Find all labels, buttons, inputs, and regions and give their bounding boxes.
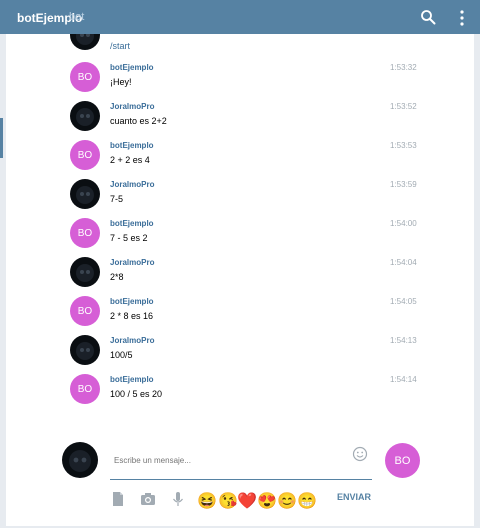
message-time: 1:54:00 <box>390 219 417 228</box>
message-author[interactable]: JoralmoPro <box>110 102 154 111</box>
send-button[interactable]: ENVIAR <box>337 492 371 502</box>
message-time: 1:54:04 <box>390 258 417 267</box>
compose-avatar[interactable] <box>62 442 98 478</box>
message-row: JoralmoPro 1:53:52 cuanto es 2+2 <box>6 101 474 139</box>
emoji-heart-eyes[interactable]: 😍 <box>257 491 277 510</box>
emoji-icon[interactable] <box>352 446 368 462</box>
chat-subtitle: bot <box>69 11 85 23</box>
message-time: 1:54:05 <box>390 297 417 306</box>
message-text: ¡Hey! <box>110 77 132 87</box>
avatar[interactable] <box>70 179 100 209</box>
microphone-icon[interactable] <box>170 491 186 507</box>
avatar[interactable] <box>70 101 100 131</box>
message-row: JoralmoPro 1:54:13 100/5 <box>6 335 474 373</box>
message-text: 2 * 8 es 16 <box>110 311 154 321</box>
left-edge-strip <box>0 118 3 158</box>
message-author[interactable]: JoralmoPro <box>110 180 154 189</box>
message-time: 1:53:32 <box>390 63 417 72</box>
emoji-laugh[interactable]: 😆 <box>197 491 217 510</box>
message-time: 1:53:53 <box>390 141 417 150</box>
message-row: BO botEjemplo 1:53:32 ¡Hey! <box>6 62 474 100</box>
avatar[interactable]: BO <box>70 218 100 248</box>
message-time: 1:54:13 <box>390 336 417 345</box>
avatar[interactable]: BO <box>70 140 100 170</box>
message-author[interactable]: botEjemplo <box>110 375 154 384</box>
chat-panel: /start BO botEjemplo 1:53:32 ¡Hey! JoralmoPr… <box>6 34 474 526</box>
message-author[interactable]: botEjemplo <box>110 219 154 228</box>
message-input[interactable] <box>110 442 372 480</box>
avatar[interactable] <box>70 34 100 50</box>
avatar[interactable] <box>70 257 100 287</box>
emoji-kiss[interactable]: 😘 <box>218 491 238 510</box>
message-row: JoralmoPro 1:53:59 7-5 <box>6 179 474 217</box>
message-row: BO botEjemplo 1:54:00 7 - 5 es 2 <box>6 218 474 256</box>
message-row: BO botEjemplo 1:53:53 2 + 2 es 4 <box>6 140 474 178</box>
message-row: BO botEjemplo 1:54:05 2 * 8 es 16 <box>6 296 474 334</box>
message-text: 7 - 5 es 2 <box>110 233 148 243</box>
search-icon[interactable] <box>420 9 436 25</box>
message-text: 2 + 2 es 4 <box>110 155 150 165</box>
camera-icon[interactable] <box>140 491 156 507</box>
message-row: JoralmoPro 1:54:04 2*8 <box>6 257 474 295</box>
message-author[interactable]: botEjemplo <box>110 297 154 306</box>
message-text: 7-5 <box>110 194 124 204</box>
start-command-link[interactable]: /start <box>110 41 130 51</box>
message-text: 100/5 <box>110 350 133 360</box>
right-edge <box>474 34 480 528</box>
emoji-grin[interactable]: 😁 <box>297 491 317 510</box>
avatar[interactable]: BO <box>70 296 100 326</box>
emoji-smile[interactable]: 😊 <box>277 491 297 510</box>
message-text: 2*8 <box>110 272 124 282</box>
telegram-web-app: botEjemplo bot /start BO botEjemplo 1:53:3… <box>0 0 480 528</box>
chat-header: botEjemplo bot <box>0 0 480 34</box>
message-row: BO botEjemplo 1:54:14 100 / 5 es 20 <box>6 374 474 412</box>
avatar[interactable] <box>70 335 100 365</box>
avatar[interactable]: BO <box>70 374 100 404</box>
more-vertical-icon[interactable] <box>456 9 468 27</box>
document-icon[interactable] <box>110 491 126 507</box>
message-text: cuanto es 2+2 <box>110 116 167 126</box>
message-author[interactable]: botEjemplo <box>110 63 154 72</box>
message-time: 1:53:59 <box>390 180 417 189</box>
message-author[interactable]: JoralmoPro <box>110 258 154 267</box>
message-author[interactable]: JoralmoPro <box>110 336 154 345</box>
message-time: 1:53:52 <box>390 102 417 111</box>
message-author[interactable]: botEjemplo <box>110 141 154 150</box>
message-time: 1:54:14 <box>390 375 417 384</box>
message-text: 100 / 5 es 20 <box>110 389 163 399</box>
avatar[interactable]: BO <box>70 62 100 92</box>
emoji-heart[interactable]: ❤️ <box>237 491 257 510</box>
bot-avatar[interactable]: BO <box>385 443 420 478</box>
